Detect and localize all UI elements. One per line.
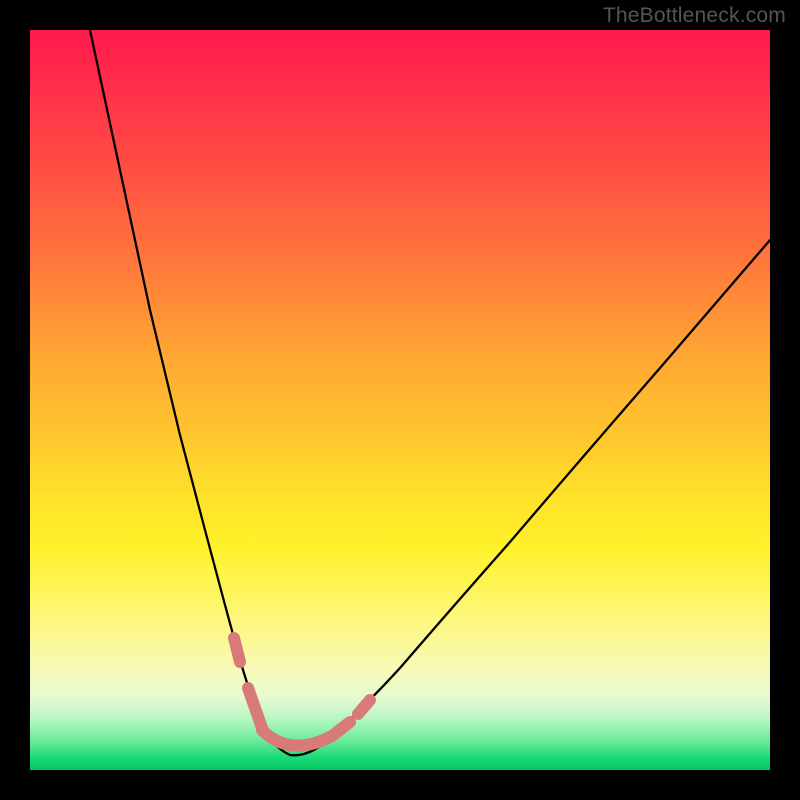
highlight-left-upper: [234, 638, 240, 662]
plot-area: [30, 30, 770, 770]
bottleneck-curve: [90, 30, 770, 755]
chart-frame: TheBottleneck.com: [0, 0, 800, 800]
highlight-basin: [262, 730, 332, 746]
highlight-right-upper: [358, 700, 370, 714]
curve-svg: [30, 30, 770, 770]
watermark-text: TheBottleneck.com: [603, 4, 786, 28]
highlight-left-lower: [248, 688, 262, 728]
highlight-right-lower: [332, 722, 350, 736]
